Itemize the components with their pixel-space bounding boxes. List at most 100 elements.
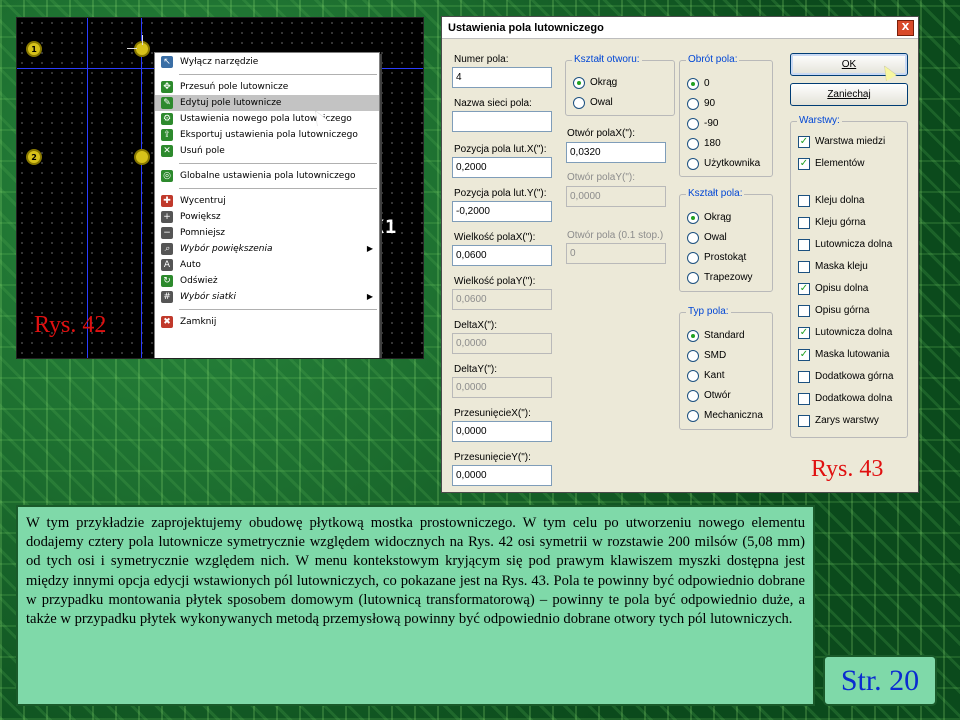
rotation-0-radio[interactable]: 0 [687, 77, 710, 91]
layer-solder-bottom-checkbox[interactable]: Lutownicza dolna [798, 238, 892, 252]
context-menu[interactable]: ↖ Wyłącz narzędzie ✥ Przesuń pole lutownic… [154, 52, 380, 358]
radio-icon [687, 390, 699, 402]
hole-shape-oval-radio[interactable]: Owal [573, 96, 613, 110]
delta-y-input[interactable]: 0,0000 [452, 377, 552, 398]
pad-settings-dialog: Ustawienia pola lutowniczego X Numer pol… [441, 16, 919, 493]
layer-glue-mask-checkbox[interactable]: Maska kleju [798, 260, 868, 274]
menu-item-zoom-select[interactable]: ⌕ Wybór powiększenia ▶ [155, 241, 379, 257]
close-icon: ✖ [161, 316, 173, 328]
menu-item-refresh[interactable]: ↻ Odśwież [155, 273, 379, 289]
description-text: W tym przykładzie zaprojektujemy obudowę… [16, 505, 815, 706]
delete-pad-icon: ✕ [161, 145, 173, 157]
layer-glue-bottom-checkbox[interactable]: Kleju dolna [798, 194, 864, 208]
menu-item-edit-pad[interactable]: ✎ Edytuj pole lutownicze [155, 95, 379, 111]
cancel-button[interactable]: Zaniechaj [790, 83, 908, 106]
menu-item-zoom-in[interactable]: + Powiększ [155, 209, 379, 225]
submenu-arrow-icon: ▶ [366, 244, 373, 253]
pcb-editor-canvas[interactable]: 1 2 EK1 ↖Wyłącz narzędzie ✥Przesuń pole … [16, 17, 424, 359]
rotation-minus-90-radio[interactable]: -90 [687, 117, 718, 131]
rotation-user-radio[interactable]: Użytkownika [687, 157, 760, 171]
layer-solder-mask-checkbox[interactable]: ✓ Maska lutowania [798, 348, 889, 362]
pad-shape-oval-radio[interactable]: Owal [687, 231, 727, 245]
layer-silk-top-checkbox[interactable]: Opisu górna [798, 304, 869, 318]
checkbox-checked-icon: ✓ [798, 283, 810, 295]
menu-item-center[interactable]: ✚ Wycentruj [155, 193, 379, 209]
size-y-label: Wielkość polaY("): [454, 276, 536, 287]
pad-type-standard-radio[interactable]: Standard [687, 329, 745, 343]
solder-pad[interactable]: 1 [26, 41, 42, 57]
offset-x-input[interactable]: 0,0000 [452, 421, 552, 442]
menu-item-delete-pad[interactable]: ✕ Usuń pole [155, 143, 379, 159]
pad-shape-rectangle-radio[interactable]: Prostokąt [687, 251, 746, 265]
zoom-select-icon: ⌕ [161, 243, 173, 255]
center-icon: ✚ [161, 195, 173, 207]
layer-solder-bottom-2-checkbox[interactable]: ✓ Lutownicza dolna [798, 326, 892, 340]
pad-type-mechanical-radio[interactable]: Mechaniczna [687, 409, 763, 423]
pos-x-label: Pozycja pola lut.X("): [454, 144, 547, 155]
layer-outline-checkbox[interactable]: Zarys warstwy [798, 414, 879, 428]
menu-item-export-pad-settings[interactable]: ⇪ Eksportuj ustawienia pola lutowniczego [155, 127, 379, 143]
offset-y-input[interactable]: 0,0000 [452, 465, 552, 486]
hole-shape-circle-radio[interactable]: Okrąg [573, 76, 617, 90]
radio-icon [687, 272, 699, 284]
pad-number-input[interactable]: 4 [452, 67, 552, 88]
layer-components-checkbox[interactable]: ✓ Elementów [798, 157, 864, 171]
drill-stop-label: Otwór pola (0.1 stop.) [567, 230, 664, 241]
pad-number-label: Numer pola: [454, 54, 509, 65]
page-number: Str. 20 [823, 655, 937, 706]
pad-type-hole-radio[interactable]: Otwór [687, 389, 731, 403]
dialog-title: Ustawienia pola lutowniczego [442, 17, 918, 39]
menu-item-disable-tool[interactable]: ↖ Wyłącz narzędzie [155, 54, 379, 70]
crosshair [127, 48, 137, 49]
radio-icon [687, 98, 699, 110]
layer-silk-bottom-checkbox[interactable]: ✓ Opisu dolna [798, 282, 868, 296]
delta-x-input[interactable]: 0,0000 [452, 333, 552, 354]
crosshair [142, 35, 143, 45]
menu-item-new-pad-settings[interactable]: ⚙ Ustawienia nowego pola lutowniczego [155, 111, 379, 127]
solder-pad[interactable]: 2 [26, 149, 42, 165]
layer-extra-top-checkbox[interactable]: Dodatkowa górna [798, 370, 893, 384]
move-pad-icon: ✥ [161, 81, 173, 93]
checkbox-icon [798, 371, 810, 383]
grid-icon: # [161, 291, 173, 303]
menu-item-grid-select[interactable]: # Wybór siatki ▶ [155, 289, 379, 305]
vertical-axis [87, 18, 88, 358]
rotation-180-radio[interactable]: 180 [687, 137, 721, 151]
pad-shape-circle-radio[interactable]: Okrąg [687, 211, 731, 225]
hole-shape-title: Kształt otworu: [572, 54, 642, 65]
menu-item-move-pad[interactable]: ✥ Przesuń pole lutownicze [155, 79, 379, 95]
menu-item-global-pad-settings[interactable]: ◎ Globalne ustawienia pola lutowniczego [155, 168, 379, 184]
pad-shape-trapezoid-radio[interactable]: Trapezowy [687, 271, 753, 285]
radio-icon [573, 97, 585, 109]
menu-item-zoom-out[interactable]: − Pomniejsz [155, 225, 379, 241]
checkbox-icon [798, 195, 810, 207]
checkbox-icon [798, 217, 810, 229]
pad-type-smd-radio[interactable]: SMD [687, 349, 726, 363]
global-pad-icon: ◎ [161, 170, 173, 182]
layer-copper-checkbox[interactable]: ✓ Warstwa miedzi [798, 135, 885, 149]
auto-zoom-icon: A [161, 259, 173, 271]
layer-glue-top-checkbox[interactable]: Kleju górna [798, 216, 866, 230]
rotation-90-radio[interactable]: 90 [687, 97, 715, 111]
net-name-input[interactable] [452, 111, 552, 132]
size-x-input[interactable]: 0,0600 [452, 245, 552, 266]
drill-stop-input[interactable]: 0 [566, 243, 666, 264]
drill-y-label: Otwór polaY("): [567, 172, 636, 183]
pad-type-edge-radio[interactable]: Kant [687, 369, 725, 383]
checkbox-icon [798, 393, 810, 405]
menu-item-auto[interactable]: A Auto [155, 257, 379, 273]
drill-y-input[interactable]: 0,0000 [566, 186, 666, 207]
menu-item-close[interactable]: ✖ Zamknij [155, 314, 379, 330]
hole-shape-group: Kształt otworu: Okrąg Owal [565, 54, 675, 116]
layer-extra-bottom-checkbox[interactable]: Dodatkowa dolna [798, 392, 892, 406]
solder-pad[interactable] [134, 149, 150, 165]
size-y-input[interactable]: 0,0600 [452, 289, 552, 310]
drill-x-input[interactable]: 0,0320 [566, 142, 666, 163]
pos-y-input[interactable]: -0,2000 [452, 201, 552, 222]
radio-icon [687, 232, 699, 244]
pad-shape-group: Kształt pola: Okrąg Owal Prostokąt Trape… [679, 188, 773, 292]
close-button[interactable]: X [897, 20, 914, 36]
pos-x-input[interactable]: 0,2000 [452, 157, 552, 178]
checkbox-icon [798, 261, 810, 273]
delta-x-label: DeltaX("): [454, 320, 498, 331]
